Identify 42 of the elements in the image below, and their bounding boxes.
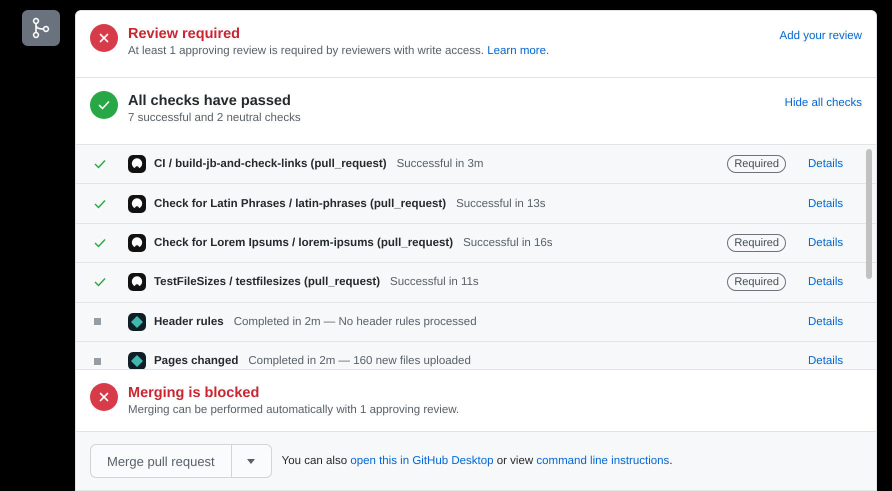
required-label: Required <box>727 155 786 174</box>
check-name: Pages changed <box>154 355 238 368</box>
merge-hint: You can also open this in GitHub Desktop or view command line instructions. <box>282 455 673 467</box>
merge-button[interactable]: Merge pull request <box>91 445 231 477</box>
app-logo-icon <box>128 352 146 369</box>
merge-icon <box>22 10 60 46</box>
add-review-link[interactable]: Add your review <box>780 24 862 42</box>
app-logo-icon <box>128 234 146 252</box>
checks-title: All checks have passed <box>128 93 292 109</box>
check-name: Check for Lorem Ipsums / lorem-ipsums (pull_request) <box>154 236 454 249</box>
check-result: Successful in 13s <box>456 198 547 210</box>
merge-status-title: Merging is blocked <box>128 385 260 401</box>
details-link[interactable]: Details <box>808 158 848 170</box>
github-desktop-link[interactable]: open this in GitHub Desktop <box>350 455 494 467</box>
check-name: Header rules <box>154 316 224 328</box>
check-name: CI / build-jb-and-check-links (pull_request) <box>154 158 387 170</box>
details-link[interactable]: Details <box>808 236 848 249</box>
check-result: Completed in 2m — No header rules processed <box>234 316 478 328</box>
details-link[interactable]: Details <box>808 276 848 288</box>
review-title: Review required <box>128 26 242 42</box>
check-result: Successful in 11s <box>390 276 480 288</box>
command-line-link[interactable]: command line instructions <box>536 455 670 467</box>
check-result: Successful in 3m <box>396 158 485 170</box>
app-logo-icon <box>128 155 146 174</box>
app-logo-icon <box>128 194 146 213</box>
check-name: Check for Latin Phrases / latin-phrases (pull_request) <box>154 198 446 210</box>
details-link[interactable]: Details <box>808 355 848 368</box>
required-label: Required <box>727 234 786 252</box>
details-link[interactable]: Details <box>808 198 848 210</box>
required-label: Required <box>727 273 786 292</box>
app-logo-icon <box>128 312 146 331</box>
check-result: Completed in 2m — 160 new files uploaded <box>248 355 472 368</box>
details-link[interactable]: Details <box>808 316 848 328</box>
hide-checks-link[interactable]: Hide all checks <box>784 91 862 109</box>
check-result: Successful in 16s <box>463 236 554 249</box>
review-description: At least 1 approving review is required by reviewers with write access. Learn more. <box>128 45 550 57</box>
learn-more-link[interactable]: Learn more. <box>487 45 550 57</box>
app-logo-icon <box>128 273 146 292</box>
check-name: TestFileSizes / testfilesizes (pull_request) <box>154 276 380 288</box>
scrollbar[interactable] <box>866 149 872 279</box>
checks-summary: 7 successful and 2 neutral checks <box>128 112 302 124</box>
merge-status-description: Merging can be performed automatically with 1 approving review. <box>128 404 460 416</box>
